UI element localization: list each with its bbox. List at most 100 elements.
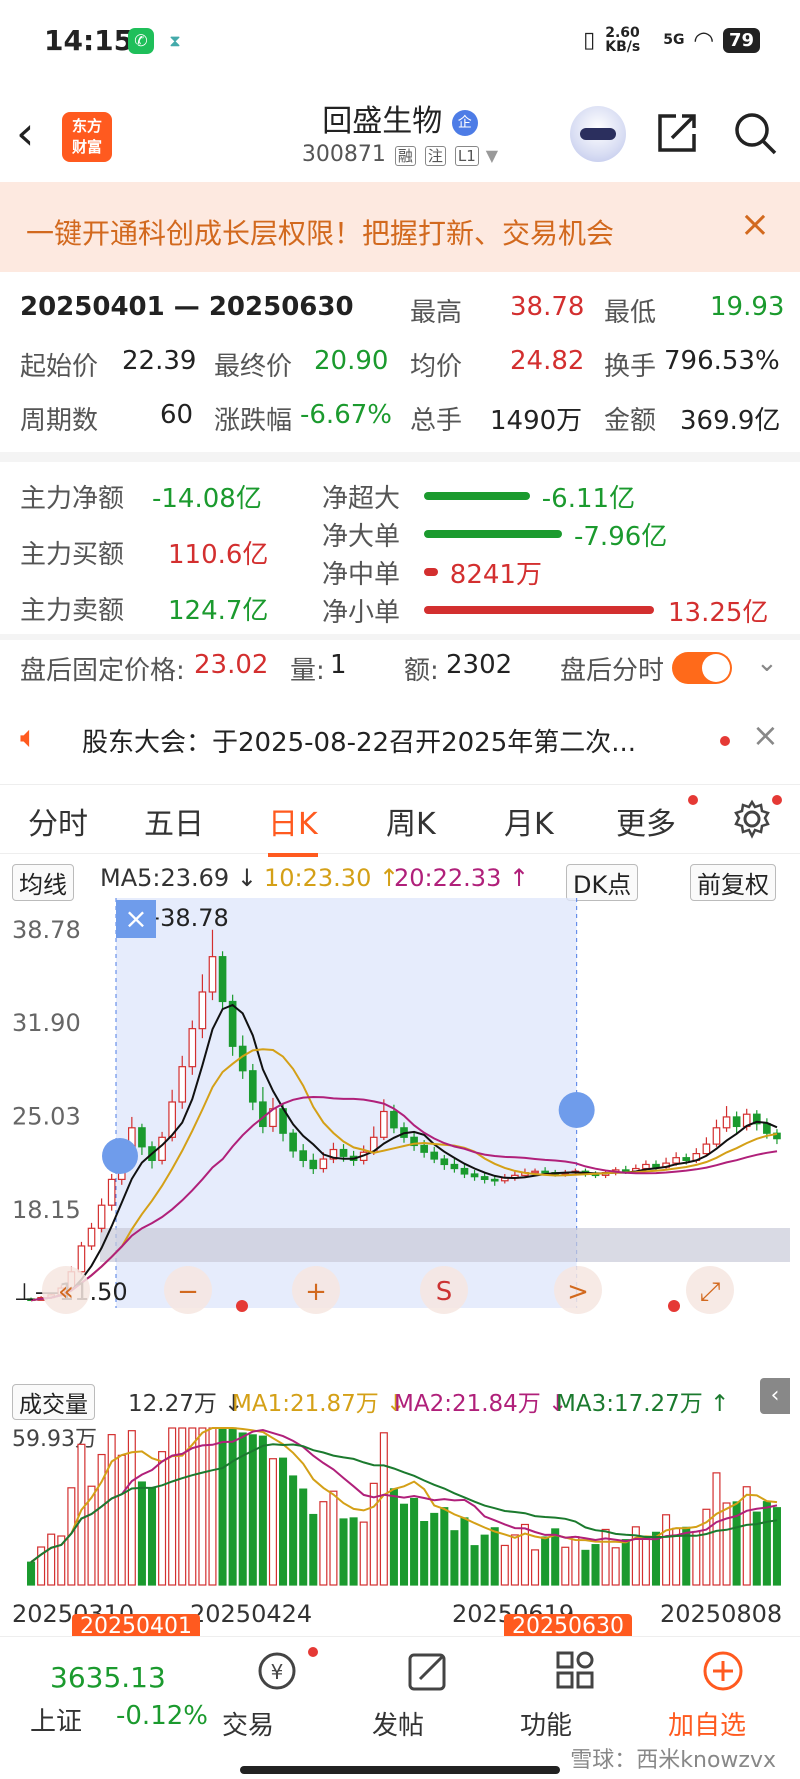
candle-body bbox=[732, 1116, 741, 1128]
turnover-label: 换手 bbox=[604, 352, 657, 382]
index-widget[interactable]: 3635.13 上证 -0.12% bbox=[0, 1637, 210, 1779]
chart-button-glyph: S bbox=[436, 1277, 453, 1307]
tab-monthly-k[interactable]: 月K bbox=[504, 799, 554, 843]
volume-bar bbox=[581, 1549, 590, 1586]
close-icon[interactable]: × bbox=[752, 716, 779, 754]
candle-body bbox=[642, 1163, 650, 1170]
volume-selector[interactable]: 成交量 bbox=[12, 1384, 95, 1420]
close-icon[interactable]: × bbox=[740, 204, 770, 245]
open-label: 起始价 bbox=[20, 352, 99, 382]
speaker-icon: 🔈︎ bbox=[20, 720, 38, 755]
volume-bar bbox=[147, 1487, 157, 1586]
flow-item-value: -6.11亿 bbox=[541, 484, 636, 514]
tab-intraday[interactable]: 分时 bbox=[28, 799, 88, 843]
unread-dot bbox=[720, 736, 730, 746]
volume-bar bbox=[662, 1514, 671, 1586]
left-drag-handle bbox=[102, 1138, 138, 1174]
nav-post[interactable]: 发帖 bbox=[372, 1647, 482, 1741]
amount-value: 369.9亿 bbox=[680, 406, 781, 436]
turnover-value: 796.53% bbox=[664, 346, 780, 376]
dk-point-button[interactable]: DK点 bbox=[566, 864, 639, 901]
after-hours-row: 盘后固定价格: 23.02 量: 1 额: 2302 盘后分时 ⌄ bbox=[0, 644, 800, 694]
volume-bar bbox=[500, 1544, 509, 1586]
dropdown-icon[interactable]: ▼ bbox=[486, 146, 498, 165]
nav-label: 功能 bbox=[520, 1711, 573, 1741]
nav-add-watchlist[interactable]: 加自选 bbox=[668, 1647, 778, 1741]
settings-red-dot bbox=[772, 795, 782, 805]
main-net-value: -14.08亿 bbox=[152, 484, 262, 514]
change-value: -6.67% bbox=[300, 400, 392, 430]
volume-bar bbox=[158, 1451, 167, 1586]
tab-daily-k[interactable]: 日K bbox=[268, 799, 318, 857]
trade-red-dot bbox=[308, 1647, 318, 1657]
volume-bar bbox=[279, 1457, 288, 1586]
chevron-down-icon[interactable]: ⌄ bbox=[756, 648, 778, 678]
share-icon[interactable] bbox=[654, 110, 700, 156]
ai-assistant-icon[interactable] bbox=[570, 106, 626, 162]
promo-banner[interactable]: 一键开通科创成长层权限！把握打新、交易机会 × bbox=[0, 182, 800, 272]
tab-five-day[interactable]: 五日 bbox=[144, 799, 204, 843]
y-tick: 38.78 bbox=[12, 916, 81, 944]
nav-functions[interactable]: 功能 bbox=[520, 1647, 630, 1741]
candle-body bbox=[450, 1163, 459, 1170]
candle-body bbox=[652, 1163, 660, 1168]
volume-bar bbox=[309, 1513, 318, 1586]
edit-icon bbox=[408, 1653, 446, 1691]
watermark: 雪球：西米knowzvx bbox=[570, 1748, 776, 1773]
volume-bar bbox=[258, 1435, 267, 1586]
candle-body bbox=[722, 1116, 731, 1129]
nav-label: 交易 bbox=[222, 1711, 275, 1741]
x-tick: 20250424 bbox=[190, 1600, 313, 1628]
volume-bar bbox=[97, 1453, 106, 1586]
tab-weekly-k[interactable]: 周K bbox=[386, 799, 436, 843]
volume-bar bbox=[611, 1547, 620, 1586]
candle-body bbox=[319, 1158, 328, 1170]
volume-bar bbox=[772, 1507, 781, 1586]
wifi-icon: ◠ bbox=[694, 26, 713, 54]
volume-bar bbox=[218, 1427, 227, 1586]
after-amt-label: 额: bbox=[404, 656, 439, 686]
candle-body bbox=[470, 1173, 479, 1178]
index-value: 3635.13 bbox=[50, 1661, 166, 1694]
main-sell-value: 124.7亿 bbox=[168, 596, 269, 626]
collapse-icon[interactable]: ‹ bbox=[760, 1378, 790, 1414]
home-indicator[interactable] bbox=[240, 1766, 560, 1774]
summary-row-3: 周期数 60 涨跌幅 -6.67% 总手 1490万 金额 369.9亿 bbox=[0, 400, 800, 440]
volume-bar bbox=[399, 1503, 409, 1586]
flow-item-value: 13.25亿 bbox=[668, 598, 769, 628]
candlestick-chart[interactable]: 38.7831.9025.0318.15←38.78⊥—11.50×«−+S>⤢ bbox=[10, 898, 790, 1373]
volume-bar bbox=[591, 1544, 600, 1586]
capital-flow[interactable]: 主力净额 -14.08亿 主力买额 110.6亿 主力卖额 124.7亿 净超大… bbox=[0, 470, 800, 630]
network-label: 5G bbox=[663, 32, 685, 48]
volume-value: 1490万 bbox=[490, 406, 583, 436]
stock-code: 300871 bbox=[301, 142, 386, 167]
gear-icon[interactable] bbox=[732, 799, 772, 839]
vol-ma3: MA3:17.27万 ↑ bbox=[556, 1391, 730, 1417]
tab-more[interactable]: 更多 bbox=[616, 799, 676, 843]
flow-item-label: 净超大 bbox=[322, 484, 401, 514]
nav-label: 发帖 bbox=[372, 1711, 425, 1741]
phone-app-icon: ✆ bbox=[128, 28, 154, 54]
candle-body bbox=[228, 1000, 237, 1047]
volume-bar bbox=[742, 1486, 751, 1586]
ma-selector[interactable]: 均线 bbox=[12, 864, 74, 901]
adjust-button[interactable]: 前复权 bbox=[690, 864, 776, 901]
vibrate-icon: ▯ bbox=[583, 27, 596, 53]
main-buy-value: 110.6亿 bbox=[168, 540, 269, 570]
chart-button-glyph: + bbox=[305, 1277, 327, 1307]
after-amt-value: 2302 bbox=[446, 650, 513, 680]
volume-bar bbox=[117, 1454, 126, 1586]
volume-bar bbox=[27, 1561, 36, 1586]
candle-body bbox=[299, 1150, 308, 1161]
volume-bar bbox=[470, 1545, 479, 1586]
candle-body bbox=[440, 1158, 449, 1166]
search-icon[interactable] bbox=[732, 110, 778, 156]
candle-body bbox=[77, 1245, 86, 1273]
volume-bar bbox=[460, 1517, 469, 1586]
notice-bar[interactable]: 🔈︎ 股东大会：于2025-08-22召开2025年第二次... × bbox=[0, 710, 800, 766]
x-axis: 20250310 20250424 20250619 20250808 2025… bbox=[0, 1592, 800, 1639]
clock: 14:15 bbox=[44, 24, 134, 57]
volume-bar bbox=[450, 1530, 459, 1586]
stock-header: ‹ 东方 财富 回盛生物 企 300871 融 注 L1 ▼ bbox=[0, 86, 800, 182]
after-hours-toggle[interactable] bbox=[672, 652, 732, 684]
